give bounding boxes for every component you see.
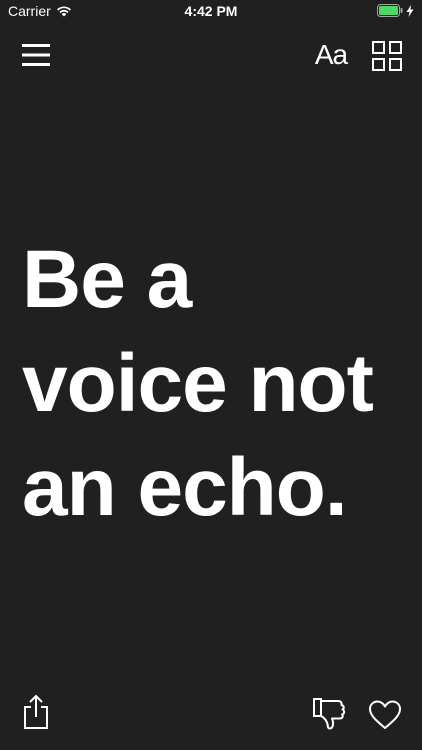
bolt-icon: [406, 4, 414, 17]
thumbs-down-icon: [313, 697, 347, 731]
font-settings-button[interactable]: Aa: [311, 36, 351, 74]
menu-button[interactable]: [22, 42, 52, 68]
status-time: 4:42 PM: [184, 3, 238, 19]
quote-text: Be a voice not an echo.: [22, 234, 374, 533]
like-button[interactable]: [368, 700, 402, 730]
heart-icon: [368, 700, 402, 730]
grid-icon: [372, 41, 402, 71]
status-bar: Carrier 4:42 PM: [0, 0, 422, 22]
share-icon: [22, 694, 50, 730]
hamburger-menu-icon: [22, 42, 52, 68]
dislike-button[interactable]: [313, 697, 347, 731]
battery-indicator: [377, 4, 414, 17]
share-button[interactable]: [22, 694, 50, 730]
battery-icon: [377, 4, 403, 17]
categories-grid-button[interactable]: [372, 41, 402, 71]
